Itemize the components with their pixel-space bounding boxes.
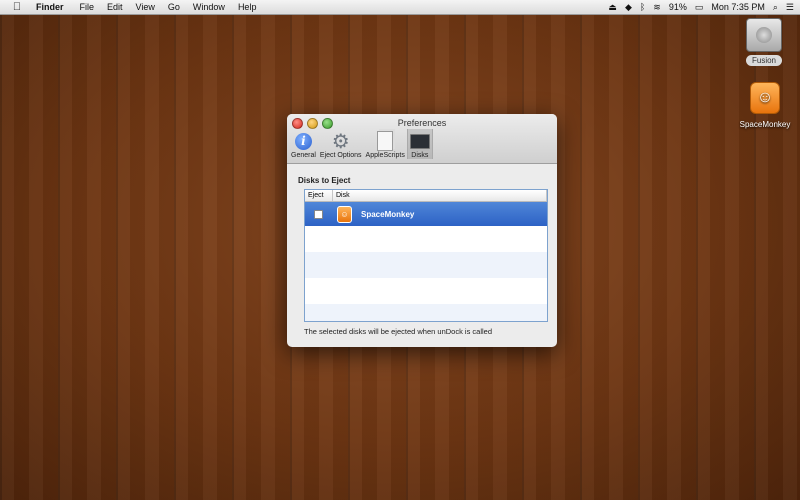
spotlight-icon[interactable]: ⌕ — [773, 0, 778, 14]
table-header: Eject Disk — [305, 190, 547, 202]
menu-bar:  Finder File Edit View Go Window Help ⏏… — [0, 0, 800, 15]
preferences-window: Preferences i General ⚙ Eject Options Ap… — [287, 114, 557, 347]
disk-icon — [409, 133, 430, 149]
column-header-disk[interactable]: Disk — [333, 190, 547, 201]
menu-app-finder[interactable]: Finder — [36, 2, 64, 12]
column-header-eject[interactable]: Eject — [305, 190, 333, 201]
status-area: ⏏ ◆ ᛒ ≋ 91% ▭ Mon 7:35 PM ⌕ ☰ — [608, 0, 794, 14]
empty-table-row — [305, 304, 547, 321]
window-title: Preferences — [397, 118, 447, 128]
menu-help[interactable]: Help — [238, 2, 257, 12]
section-title: Disks to Eject — [298, 176, 351, 185]
desktop-icon-label: Fusion — [745, 55, 782, 66]
menubar-clock[interactable]: Mon 7:35 PM — [711, 2, 765, 12]
hard-drive-icon — [746, 18, 782, 52]
toolbar-general[interactable]: i General — [289, 129, 318, 159]
apple-menu-icon[interactable]:  — [6, 1, 28, 13]
toolbar-label: Eject Options — [319, 152, 362, 159]
info-icon: i — [294, 132, 312, 150]
table-row[interactable]: ☺ SpaceMonkey — [305, 202, 547, 226]
toolbar-label: AppleScripts — [365, 152, 405, 159]
spacemonkey-icon: ☺ — [337, 205, 352, 223]
preferences-toolbar: i General ⚙ Eject Options AppleScripts D… — [289, 129, 433, 159]
eject-note: The selected disks will be ejected when … — [304, 327, 493, 336]
notification-center-icon[interactable]: ☰ — [786, 0, 794, 14]
spacemonkey-icon: ☺ — [750, 82, 780, 114]
battery-icon[interactable]: ▭ — [695, 0, 704, 14]
toolbar-label: General — [291, 152, 316, 159]
menu-file[interactable]: File — [80, 2, 95, 12]
desktop-icon-label: SpaceMonkey — [739, 120, 791, 129]
eject-checkbox[interactable] — [314, 209, 323, 219]
bluetooth-status-icon[interactable]: ᛒ — [640, 0, 645, 14]
toolbar-disks[interactable]: Disks — [406, 129, 433, 159]
desktop-icon-fusion[interactable]: Fusion — [744, 18, 784, 66]
eject-status-icon[interactable]: ⏏ — [608, 0, 617, 14]
battery-percent[interactable]: 91% — [669, 2, 687, 12]
disks-table[interactable]: Eject Disk ☺ SpaceMonkey — [304, 189, 548, 322]
dropbox-status-icon[interactable]: ◆ — [625, 0, 632, 14]
empty-table-row — [305, 226, 547, 252]
menu-window[interactable]: Window — [193, 2, 225, 12]
toolbar-applescripts[interactable]: AppleScripts — [364, 129, 407, 159]
script-icon — [377, 131, 394, 151]
menu-view[interactable]: View — [136, 2, 155, 12]
menu-go[interactable]: Go — [168, 2, 180, 12]
preferences-content: Disks to Eject Eject Disk ☺ SpaceMonkey … — [287, 164, 557, 347]
empty-table-row — [305, 252, 547, 278]
empty-table-row — [305, 278, 547, 304]
toolbar-eject-options[interactable]: ⚙ Eject Options — [318, 129, 364, 160]
gear-icon: ⚙ — [331, 130, 350, 153]
window-titlebar[interactable]: Preferences i General ⚙ Eject Options Ap… — [287, 114, 557, 164]
disk-name: SpaceMonkey — [361, 209, 415, 219]
desktop-icon-spacemonkey[interactable]: ☺ SpaceMonkey — [730, 82, 800, 129]
menu-edit[interactable]: Edit — [107, 2, 123, 12]
wifi-status-icon[interactable]: ≋ — [653, 0, 661, 14]
toolbar-label: Disks — [411, 152, 429, 159]
